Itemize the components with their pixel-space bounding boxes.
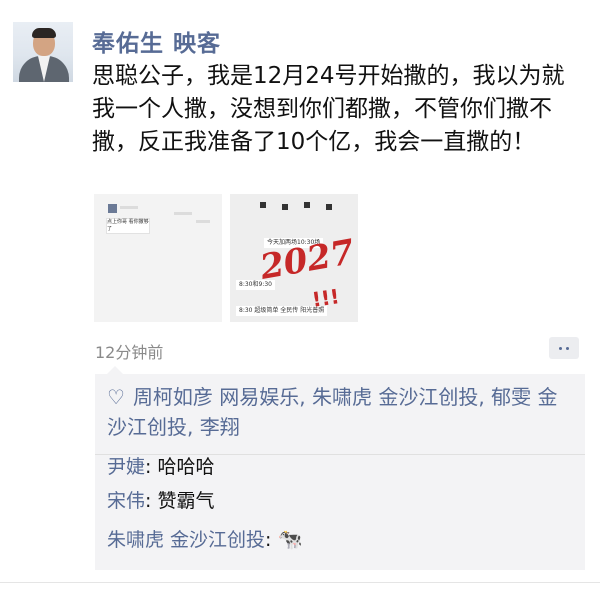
handwritten-exclamations: !!! [310, 284, 341, 312]
dot [559, 346, 562, 350]
chat-line [174, 212, 192, 215]
redacted-block [260, 202, 266, 208]
author-name[interactable]: 奉佑生 映客 [92, 24, 221, 58]
post-timestamp: 12分钟前 [95, 343, 164, 362]
post-text: 思聪公子，我是12月24号开始撒的，我以为就我一个人撒，没想到你们都撒，不管你们… [92, 63, 565, 155]
chat-avatar-icon [108, 204, 117, 213]
redacted-block [326, 204, 332, 210]
post-image-2[interactable]: 今天加两场10:30场 8:30和9:30 8:30 超级简单 全民传 阳光普照… [230, 194, 358, 322]
comment-item[interactable]: 宋伟: 赞霸气 [107, 488, 214, 514]
chat-line [196, 220, 210, 223]
interactions-panel: ♡ 周柯如彦 网易娱乐, 朱啸虎 金沙江创投, 郁雯 金沙江创投, 李翔 尹婕: … [95, 366, 585, 570]
avatar-hair [32, 28, 56, 38]
comment-item[interactable]: 朱啸虎 金沙江创投: 🐄 [107, 526, 302, 553]
comment-text: 赞霸气 [157, 490, 215, 512]
bottom-divider [0, 582, 600, 583]
comment-author[interactable]: 朱啸虎 金沙江创投 [107, 529, 265, 551]
post-image-1[interactable]: 点上你哥 看你撒够了 [94, 194, 222, 322]
heart-outline-icon: ♡ [107, 385, 125, 409]
cow-emoji: 🐄 [277, 527, 303, 551]
author-avatar[interactable] [13, 22, 73, 82]
dot [566, 346, 569, 350]
redacted-block [282, 204, 288, 210]
chat-bubble: 点上你哥 看你撒够了 [106, 218, 150, 234]
comment-dots-icon[interactable] [549, 337, 579, 359]
comment-author[interactable]: 宋伟 [107, 490, 145, 512]
comment-text: 哈哈哈 [157, 456, 215, 478]
redacted-block [304, 202, 310, 208]
comment-author[interactable]: 尹婕 [107, 456, 145, 478]
likes-names[interactable]: 周柯如彦 网易娱乐, 朱啸虎 金沙江创投, 郁雯 金沙江创投, 李翔 [107, 385, 557, 439]
comment-item[interactable]: 尹婕: 哈哈哈 [107, 454, 214, 480]
chat-line [120, 206, 138, 209]
likes-list: ♡ 周柯如彦 网易娱乐, 朱啸虎 金沙江创投, 郁雯 金沙江创投, 李翔 [107, 382, 575, 442]
